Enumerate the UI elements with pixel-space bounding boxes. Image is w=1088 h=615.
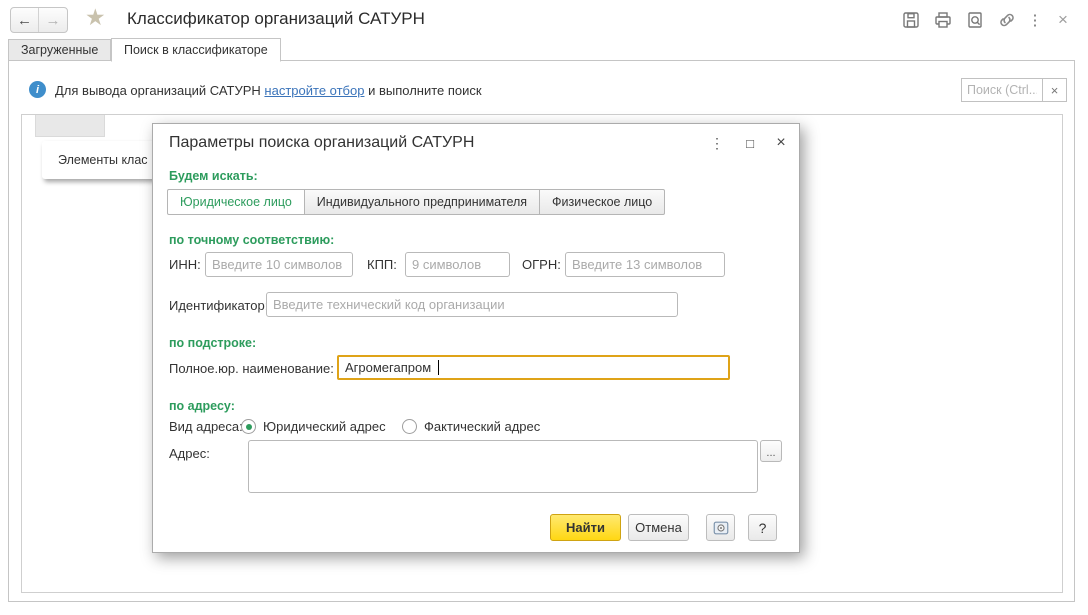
radio-legal-address-label[interactable]: Юридический адрес — [263, 419, 386, 434]
preview-icon[interactable] — [964, 9, 986, 31]
identifier-field[interactable] — [266, 292, 678, 317]
tab-classifier-elements[interactable]: Элементы клас — [42, 141, 169, 179]
full-name-field[interactable] — [337, 355, 730, 380]
header-toolbar: ⋮ × — [900, 9, 1074, 31]
info-prefix: Для вывода организаций САТУРН — [55, 83, 264, 98]
search-params-dialog: Параметры поиска организаций САТУРН ⋮ □ … — [152, 123, 800, 553]
form-settings-button[interactable] — [706, 514, 735, 541]
section-address: по адресу: — [169, 399, 235, 413]
address-field[interactable] — [248, 440, 758, 493]
save-icon[interactable] — [900, 9, 922, 31]
address-more-button[interactable]: ... — [760, 440, 782, 462]
history-nav: ← → — [10, 7, 68, 33]
back-arrow-icon[interactable]: ← — [11, 8, 39, 32]
print-icon[interactable] — [932, 9, 954, 31]
configure-filter-link[interactable]: настройте отбор — [264, 83, 364, 98]
dialog-maximize-icon[interactable]: □ — [739, 132, 761, 154]
hidden-element-stub — [35, 115, 105, 137]
page-title: Классификатор организаций САТУРН — [127, 9, 425, 29]
more-menu-icon[interactable]: ⋮ — [1028, 9, 1042, 31]
help-button[interactable]: ? — [748, 514, 777, 541]
dialog-close-icon[interactable]: × — [770, 132, 792, 154]
kpp-label: КПП: — [367, 257, 397, 272]
text-cursor — [438, 360, 439, 375]
inn-field[interactable] — [205, 252, 353, 277]
inn-label: ИНН: — [169, 257, 201, 272]
kpp-field[interactable] — [405, 252, 510, 277]
info-icon: i — [29, 81, 46, 98]
address-kind-label: Вид адреса: — [169, 419, 243, 434]
cancel-button[interactable]: Отмена — [628, 514, 689, 541]
section-search-by: Будем искать: — [169, 169, 258, 183]
section-substring: по подстроке: — [169, 336, 256, 350]
search-input[interactable] — [961, 78, 1043, 102]
info-message: Для вывода организаций САТУРН настройте … — [55, 83, 482, 98]
forward-arrow-icon[interactable]: → — [39, 8, 67, 32]
window-close-icon[interactable]: × — [1052, 9, 1074, 31]
radio-actual-address-label[interactable]: Фактический адрес — [424, 419, 540, 434]
info-suffix: и выполните поиск — [364, 83, 481, 98]
favorite-star-icon[interactable]: ★ — [85, 4, 106, 31]
entity-tab-entrepreneur[interactable]: Индивидуального предпринимателя — [304, 189, 540, 215]
entity-type-tabs: Юридическое лицо Индивидуального предпри… — [167, 189, 665, 215]
dialog-title: Параметры поиска организаций САТУРН — [169, 134, 474, 152]
tab-classifier-search[interactable]: Поиск в классификаторе — [111, 38, 281, 62]
radio-actual-address[interactable] — [402, 419, 417, 434]
address-label: Адрес: — [169, 446, 210, 461]
ogrn-field[interactable] — [565, 252, 725, 277]
entity-tab-person[interactable]: Физическое лицо — [539, 189, 665, 215]
tab-loaded[interactable]: Загруженные — [8, 39, 111, 61]
radio-legal-address[interactable] — [241, 419, 256, 434]
entity-tab-legal[interactable]: Юридическое лицо — [167, 189, 305, 215]
full-name-label: Полное.юр. наименование: — [169, 361, 334, 376]
link-icon[interactable] — [996, 9, 1018, 31]
section-exact-match: по точному соответствию: — [169, 233, 334, 247]
identifier-label: Идентификатор: — [169, 298, 268, 313]
dialog-menu-icon[interactable]: ⋮ — [706, 132, 728, 154]
ogrn-label: ОГРН: — [522, 257, 561, 272]
search-clear-icon[interactable]: × — [1042, 78, 1067, 102]
find-button[interactable]: Найти — [550, 514, 621, 541]
app-window: ← → ★ Классификатор организаций САТУРН — [0, 0, 1088, 615]
